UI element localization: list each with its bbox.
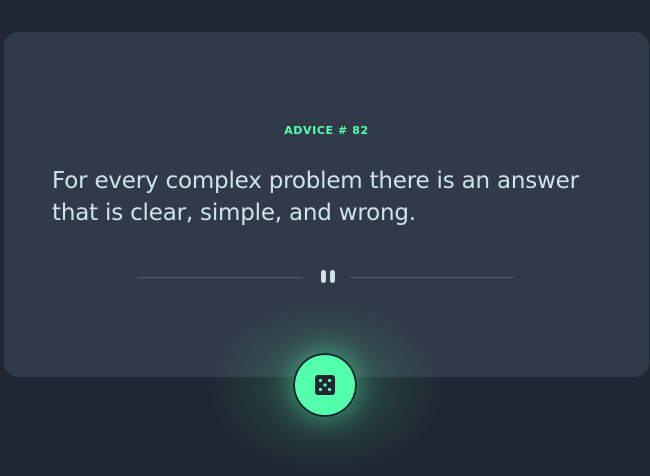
divider-line-right — [350, 277, 514, 278]
advice-number-label: ADVICE # 82 — [284, 124, 369, 137]
divider — [138, 270, 514, 286]
advice-quote: For every complex problem there is an an… — [52, 168, 579, 226]
divider-line-left — [138, 277, 302, 278]
new-advice-button[interactable] — [293, 353, 357, 417]
pause-icon — [318, 270, 336, 284]
advice-card: ADVICE # 82 For every complex problem th… — [4, 32, 649, 377]
dice-icon — [315, 375, 335, 395]
